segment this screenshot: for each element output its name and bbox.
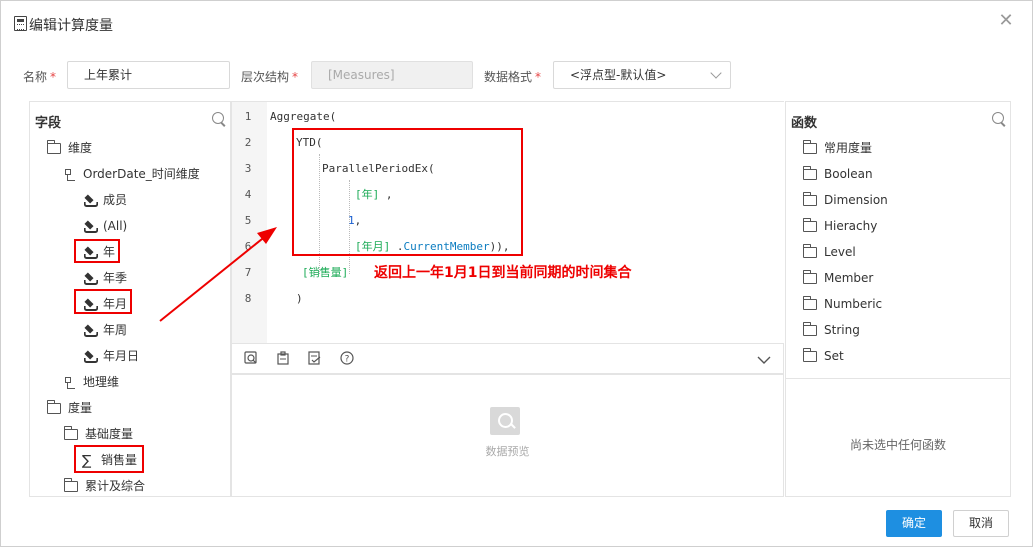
tree-item-base-measures[interactable]: 基础度量 [64,424,133,444]
confirm-button[interactable]: 确定 [886,510,942,537]
highlight-year-month [74,289,132,314]
highlight-sales [74,445,144,473]
format-select[interactable]: <浮点型-默认值> [553,61,731,89]
folder-open-icon [47,400,61,414]
name-label: 名称 * [23,70,57,84]
dialog-titlebar: 编辑计算度量 ✕ [1,1,1032,47]
function-category[interactable]: Numberic [803,294,882,314]
highlight-ytd-expression [292,128,523,256]
folder-icon [803,192,817,206]
hierarchy-icon [64,168,76,181]
hierarchy-icon [64,376,76,389]
tree-item-measures[interactable]: 度量 [47,398,92,418]
tree-item-all[interactable]: (All) [82,216,127,236]
folder-icon [803,296,817,310]
close-icon[interactable]: ✕ [996,11,1016,31]
annotation-text: 返回上一年1月1日到当前同期的时间集合 [374,265,632,281]
functions-divider [786,378,1010,379]
format-select-value: <浮点型-默认值> [570,68,667,82]
svg-text:?: ? [345,355,350,365]
help-icon[interactable]: ? [340,351,354,365]
line-number: 3 [244,162,252,175]
function-category[interactable]: Member [803,268,873,288]
line-number: 5 [244,214,252,227]
highlight-year [74,239,120,263]
folder-icon [803,322,817,336]
folder-icon [803,244,817,258]
code-line-1: Aggregate( [270,110,337,123]
layers-icon [82,273,96,285]
folder-open-icon [64,478,78,492]
function-category[interactable]: Set [803,346,844,366]
code-line-7: [销售量] [302,266,349,279]
functions-panel-title: 函数 [791,116,818,131]
editor-toolbar: ? [231,344,784,374]
code-line-8: ) [296,292,303,305]
function-category[interactable]: String [803,320,860,340]
layers-icon [82,195,96,207]
search-icon[interactable] [212,112,224,124]
tree-item-cumulative[interactable]: 累计及综合 [64,476,145,496]
functions-empty-text: 尚未选中任何函数 [849,438,946,452]
line-number: 2 [244,136,252,149]
function-category[interactable]: 常用度量 [803,138,872,158]
tree-item-member[interactable]: 成员 [82,190,127,210]
hierarchy-label: 层次结构 * [241,70,299,84]
tree-item-year-week[interactable]: 年周 [82,320,127,340]
folder-icon [803,140,817,154]
line-number: 4 [244,188,252,201]
line-number: 6 [244,240,252,253]
tree-item-orderdate[interactable]: OrderDate_时间维度 [64,164,200,184]
calculator-icon [14,16,27,31]
line-gutter: 1 2 3 4 5 6 7 8 [232,102,267,343]
tree-item-geography[interactable]: 地理维 [64,372,119,392]
name-input[interactable]: 上年累计 [67,61,230,89]
validate-icon[interactable] [308,351,322,365]
preview-label: 数据预览 [485,445,530,458]
format-label: 数据格式 * [484,70,542,84]
tree-item-dimensions[interactable]: 维度 [47,138,92,158]
chevron-down-icon[interactable] [757,353,771,367]
folder-open-icon [47,140,61,154]
chevron-down-icon [710,67,722,79]
dialog-title: 编辑计算度量 [29,18,113,34]
layers-icon [82,325,96,337]
cancel-button[interactable]: 取消 [953,510,1009,537]
function-category[interactable]: Boolean [803,164,873,184]
data-preview-area: 数据预览 [231,374,784,497]
tree-item-year-month-day[interactable]: 年月日 [82,346,139,366]
line-number: 8 [244,292,252,305]
function-category[interactable]: Level [803,242,856,262]
function-category[interactable]: Hierachy [803,216,877,236]
folder-icon [803,270,817,284]
layers-icon [82,221,96,233]
function-category[interactable]: Dimension [803,190,888,210]
folder-icon [803,218,817,232]
line-number: 7 [244,266,252,279]
fields-panel-title: 字段 [35,116,62,131]
hierarchy-input: [Measures] [311,61,473,89]
layers-icon [82,351,96,363]
format-icon[interactable] [244,351,258,365]
edit-calculated-measure-dialog: 编辑计算度量 ✕ 名称 * 上年累计 层次结构 * [Measures] 数据格式 *… [0,0,1033,547]
preview-icon [490,407,520,435]
folder-icon [803,166,817,180]
line-number: 1 [244,110,252,123]
search-icon[interactable] [992,112,1004,124]
clipboard-icon[interactable] [276,351,290,365]
tree-item-year-quarter[interactable]: 年季 [82,268,127,288]
folder-open-icon [64,426,78,440]
folder-icon [803,348,817,362]
functions-panel: 函数 常用度量 Boolean Dimension Hierachy Level… [785,101,1011,497]
